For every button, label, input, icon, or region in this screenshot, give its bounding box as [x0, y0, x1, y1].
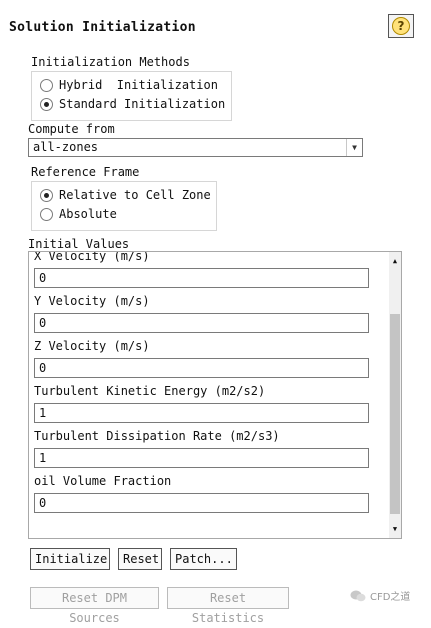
wechat-icon [350, 590, 366, 601]
help-button[interactable]: ? [388, 14, 414, 38]
compute-from-dropdown[interactable]: all-zones ▼ [28, 138, 363, 157]
reference-frame-label: Reference Frame [31, 165, 140, 179]
turbulent-dissipation-rate-input[interactable]: 1 [34, 448, 369, 468]
turbulent-kinetic-energy-input[interactable]: 1 [34, 403, 369, 423]
radio-label: Relative to Cell Zone [59, 188, 211, 202]
watermark-text: CFD之道 [370, 592, 411, 603]
radio-hybrid-initialization[interactable]: Hybrid Initialization [40, 78, 218, 92]
turbulent-dissipation-rate-label: Turbulent Dissipation Rate (m2/s3) [34, 429, 280, 443]
panel-title: Solution Initialization [9, 20, 196, 35]
oil-volume-fraction-input[interactable]: 0 [34, 493, 369, 513]
x-velocity-label: X Velocity (m/s) [34, 251, 150, 263]
radio-label: Hybrid Initialization [59, 78, 218, 92]
z-velocity-label: Z Velocity (m/s) [34, 339, 150, 353]
radio-label: Absolute [59, 207, 117, 221]
scroll-down-arrow-icon[interactable]: ▼ [389, 522, 401, 536]
oil-volume-fraction-label: oil Volume Fraction [34, 474, 172, 488]
radio-button[interactable] [40, 97, 53, 111]
reset-dpm-sources-button[interactable]: Reset DPM Sources [30, 587, 159, 625]
compute-from-value: all-zones [33, 140, 99, 154]
initialization-methods-group: Hybrid Initialization Standard Initializ… [31, 71, 232, 121]
initial-values-panel: X Velocity (m/s) 0 Y Velocity (m/s) 0 Z … [28, 251, 402, 539]
question-icon: ? [392, 17, 410, 35]
reset-button[interactable]: Reset [118, 548, 162, 570]
scroll-up-arrow-icon[interactable]: ▲ [389, 254, 401, 268]
y-velocity-input[interactable]: 0 [34, 313, 369, 333]
radio-standard-initialization[interactable]: Standard Initialization [40, 97, 225, 111]
radio-button[interactable] [40, 78, 53, 92]
compute-from-label: Compute from [28, 122, 115, 136]
watermark: CFD之道 [350, 588, 410, 603]
z-velocity-input[interactable]: 0 [34, 358, 369, 378]
scrollbar-thumb[interactable] [390, 314, 400, 514]
radio-button[interactable] [40, 188, 53, 202]
reset-statistics-button[interactable]: Reset Statistics [167, 587, 289, 625]
radio-absolute[interactable]: Absolute [40, 207, 117, 221]
turbulent-kinetic-energy-label: Turbulent Kinetic Energy (m2/s2) [34, 384, 266, 398]
initialize-button[interactable]: Initialize [30, 548, 110, 570]
radio-label: Standard Initialization [59, 97, 226, 111]
radio-button[interactable] [40, 207, 53, 221]
x-velocity-input[interactable]: 0 [34, 268, 369, 288]
chevron-down-icon[interactable]: ▼ [346, 139, 362, 156]
initial-values-label: Initial Values [28, 237, 130, 251]
radio-relative-to-cell-zone[interactable]: Relative to Cell Zone [40, 188, 211, 202]
patch-button[interactable]: Patch... [170, 548, 237, 570]
vertical-scrollbar[interactable]: ▲ ▼ [389, 252, 401, 538]
initialization-methods-label: Initialization Methods [31, 55, 190, 69]
reference-frame-group: Relative to Cell Zone Absolute [31, 181, 217, 231]
y-velocity-label: Y Velocity (m/s) [34, 294, 150, 308]
